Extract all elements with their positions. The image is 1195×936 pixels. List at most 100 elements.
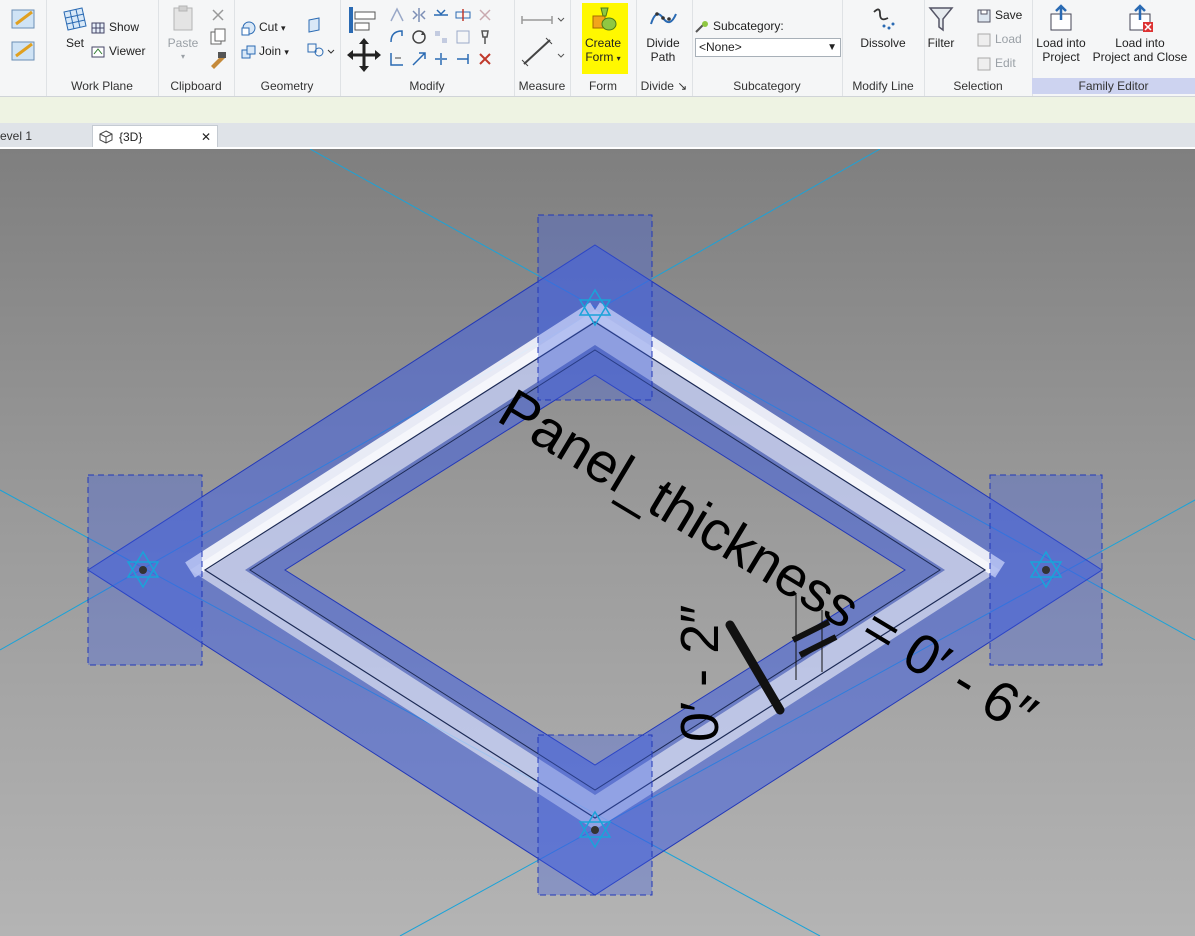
tab-3d-label: {3D} <box>119 130 143 144</box>
viewer-button[interactable]: Viewer <box>90 42 145 60</box>
wall-joins-icon[interactable] <box>308 17 320 33</box>
small-dimension[interactable]: 0′ - 2″ <box>670 605 730 742</box>
divide-path-label-2: Path <box>650 50 676 64</box>
delete-icon[interactable] <box>476 50 494 68</box>
3d-view-icon <box>99 130 113 144</box>
load-into-project-icon <box>1050 4 1072 31</box>
dissolve-button[interactable]: Dissolve <box>856 4 910 50</box>
copy-icon[interactable] <box>210 28 226 45</box>
panel-family-editor: Load into Project Load into Project and … <box>1032 0 1195 96</box>
divide-path-label-1: Divide <box>646 36 680 50</box>
panel-geometry: Cut ▾ Join ▾ Geometry <box>234 0 341 96</box>
panel-label-divide: Divide ↘ <box>640 79 688 93</box>
vertex-point[interactable] <box>139 566 147 574</box>
create-form-button[interactable]: Create Form ▾ <box>576 4 630 66</box>
load-into-project-and-close-button[interactable]: Load into Project and Close <box>1090 4 1190 64</box>
match-properties-icon[interactable] <box>211 52 226 69</box>
subcategory-icon <box>695 20 708 33</box>
save-icon <box>977 9 991 23</box>
panel-form: Create Form ▾ Form <box>570 0 637 96</box>
3d-canvas[interactable]: Panel_thickness = 0′ - 6″ 0′ - 2″ <box>0 149 1195 936</box>
filter-button[interactable]: Filter <box>914 4 968 50</box>
rotate-icon[interactable] <box>410 28 428 46</box>
unpin-icon[interactable] <box>476 6 494 24</box>
scale-icon[interactable] <box>410 50 428 68</box>
reference-plane-bottom[interactable] <box>537 734 653 896</box>
aligned-dimension-icon[interactable] <box>521 37 565 67</box>
extend-icon[interactable] <box>454 50 472 68</box>
create-form-dropdown-arrow[interactable]: ▾ <box>617 54 621 63</box>
subcategory-label: Subcategory: <box>713 19 784 33</box>
measure-between-icon[interactable] <box>521 16 565 24</box>
tab-level-1-label: evel 1 <box>0 129 33 143</box>
options-bar <box>0 97 1195 124</box>
show-grid-icon <box>91 22 105 34</box>
join-label: Join <box>259 44 282 58</box>
paste-icon <box>173 5 193 31</box>
edit-icon[interactable] <box>6 6 40 66</box>
panel-divide: Divide Path Divide ↘ <box>636 0 693 96</box>
panel-selection: Filter Save Load Edit Selection <box>924 0 1033 96</box>
panel-partial-left <box>0 0 47 96</box>
panel-label-work-plane: Work Plane <box>71 79 133 93</box>
ribbon: Set Show Viewer Work Plane Paste ▾ Clipb… <box>0 0 1195 97</box>
offset-icon[interactable] <box>388 6 406 24</box>
pin-icon[interactable] <box>476 28 494 46</box>
create-form-icon <box>592 7 617 31</box>
panel-clipboard: Paste ▾ Clipboard <box>158 0 235 96</box>
paste-dropdown-arrow[interactable]: ▾ <box>156 50 210 64</box>
vertex-point[interactable] <box>591 826 599 834</box>
tab-level-1[interactable]: evel 1 <box>0 125 88 147</box>
mirror-pick-axis-icon[interactable] <box>410 6 428 24</box>
cut-dropdown-arrow[interactable]: ▾ <box>281 23 286 33</box>
mirror-draw-axis-icon[interactable] <box>432 6 450 24</box>
cut-label: Cut <box>259 20 278 34</box>
align-icon[interactable] <box>349 7 376 33</box>
dissolve-icon <box>873 8 895 30</box>
copy-element-icon[interactable] <box>388 28 406 46</box>
load-into-project-label-2: Project <box>1042 50 1080 64</box>
edit-selection-icon <box>977 57 991 71</box>
filter-label: Filter <box>927 36 955 50</box>
trim-extend-icon[interactable] <box>432 28 450 46</box>
tab-3d-view[interactable]: {3D} ✕ <box>92 125 218 147</box>
subcategory-value: <None> <box>699 40 742 54</box>
create-form-label-2: Form <box>585 50 614 64</box>
load-icon <box>977 33 991 47</box>
subcategory-dropdown[interactable]: <None> ▼ <box>695 38 841 57</box>
join-geometry-button[interactable]: Join ▾ <box>240 42 289 60</box>
edit-label: Edit <box>995 56 1016 70</box>
array-icon[interactable] <box>454 28 472 46</box>
split-gap-icon[interactable] <box>432 50 450 68</box>
panel-label-selection: Selection <box>953 79 1003 93</box>
join-dropdown-arrow[interactable]: ▾ <box>284 47 289 57</box>
3d-viewport[interactable]: Panel_thickness = 0′ - 6″ 0′ - 2″ <box>0 149 1195 936</box>
panel-label-geometry: Geometry <box>260 79 314 93</box>
cut-clipboard-icon[interactable] <box>212 9 224 21</box>
move-icon[interactable] <box>347 38 381 72</box>
chevron-down-icon: ▼ <box>827 42 837 53</box>
vertex-point[interactable] <box>1042 566 1050 574</box>
grid-plane-icon <box>63 7 87 31</box>
modify-tool-grid <box>388 6 494 68</box>
load-into-project-label-1: Load into <box>1036 36 1086 50</box>
edit-selection-button[interactable]: Edit <box>976 54 1016 72</box>
close-icon[interactable]: ✕ <box>201 126 211 148</box>
trim-icon[interactable] <box>388 50 406 68</box>
modify-large-tools <box>347 7 381 72</box>
panel-modify-line: Dissolve Modify Line <box>842 0 925 96</box>
load-selection-button[interactable]: Load <box>976 30 1022 48</box>
reference-plane-top[interactable] <box>537 214 653 401</box>
paste-label: Paste <box>167 36 199 50</box>
cut-geometry-button[interactable]: Cut ▾ <box>240 18 286 36</box>
divide-path-button[interactable]: Divide Path <box>636 4 690 64</box>
show-label: Show <box>109 20 140 34</box>
split-element-icon[interactable] <box>454 6 472 24</box>
split-face-icon[interactable] <box>307 43 335 57</box>
load-into-project-button[interactable]: Load into Project <box>1032 4 1090 64</box>
save-selection-button[interactable]: Save <box>976 6 1022 24</box>
paste-button[interactable]: Paste ▾ <box>156 4 210 64</box>
create-form-label-1: Create <box>584 36 622 50</box>
show-work-plane-button[interactable]: Show <box>90 18 139 36</box>
load-and-close-icon <box>1129 4 1153 32</box>
